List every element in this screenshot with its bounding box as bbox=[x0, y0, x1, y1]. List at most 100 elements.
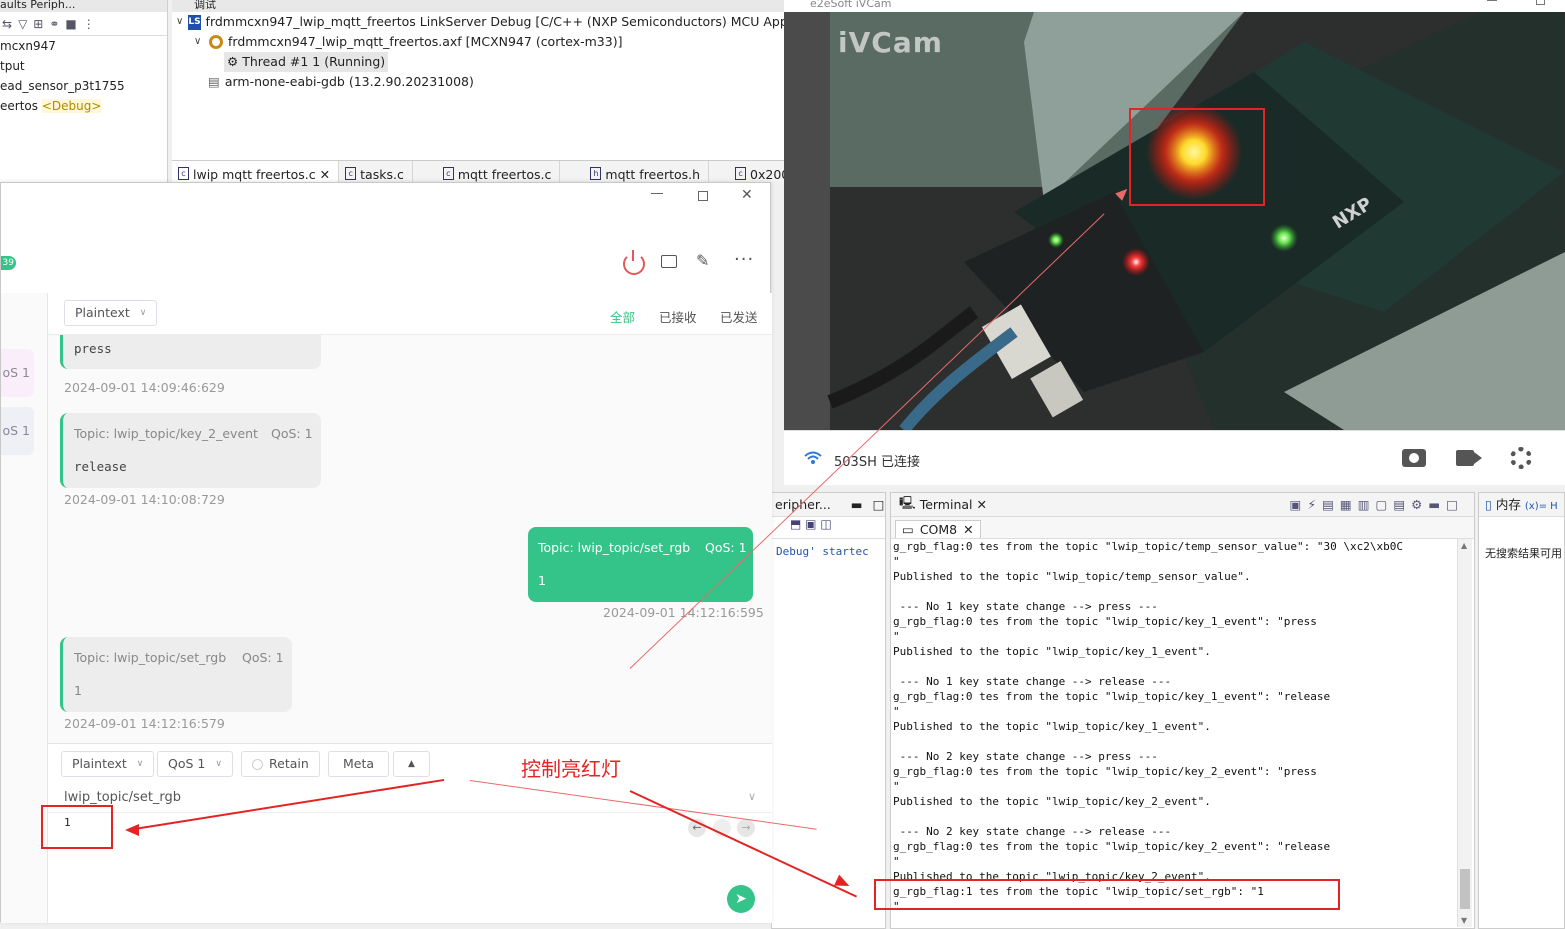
scroll-up-icon[interactable]: ▲ bbox=[1461, 541, 1467, 550]
minimize-icon[interactable] bbox=[1487, 0, 1497, 1]
disconnect-icon-bar bbox=[632, 250, 634, 261]
terminal-line: g_rgb_flag:0 tes from the topic "lwip_to… bbox=[893, 765, 1317, 778]
chevron-down-icon[interactable]: ∨ bbox=[748, 790, 756, 803]
editor-tab-label: tasks.c bbox=[360, 167, 404, 182]
process-icon bbox=[209, 35, 223, 49]
close-icon[interactable]: ✕ bbox=[977, 497, 987, 512]
new-window-icon[interactable] bbox=[661, 255, 677, 268]
explorer-item[interactable]: mcxn947 bbox=[0, 36, 167, 56]
send-icon[interactable]: ➤ bbox=[727, 885, 755, 913]
launch-label: frdmmcxn947_lwip_mqtt_freertos LinkServe… bbox=[205, 14, 826, 29]
mqttx-window: ✕ 39 ✎ ··· oS 1 oS 1 Plaintext ∨ 全部 已接收 已… bbox=[0, 182, 772, 923]
editor-tab[interactable]: c tasks.c bbox=[339, 161, 413, 183]
payload-format-select[interactable]: Plaintext ∨ bbox=[64, 300, 158, 326]
tab-received[interactable]: 已接收 bbox=[659, 307, 697, 326]
filter-icon[interactable]: ▽ bbox=[18, 17, 27, 31]
gdb-label: arm-none-eabi-gdb (13.2.90.20231008) bbox=[224, 74, 474, 89]
subscription-item[interactable]: oS 1 bbox=[1, 349, 34, 397]
message-filter-bar: Plaintext ∨ 全部 已接收 已发送 bbox=[48, 293, 772, 335]
terminal-tab-label: COM8 bbox=[919, 522, 958, 537]
received-message[interactable]: Topic: lwip_topic/set_rgb QoS: 1 1 bbox=[60, 637, 292, 712]
minimize-icon[interactable] bbox=[651, 193, 663, 194]
retain-radio[interactable] bbox=[252, 758, 263, 770]
launch-row[interactable]: ∨ LS frdmmcxn947_lwip_mqtt_freertos Link… bbox=[172, 12, 825, 32]
maximize-icon[interactable] bbox=[1536, 0, 1545, 5]
linkserver-icon: LS bbox=[188, 14, 201, 30]
disconnect-icon[interactable] bbox=[623, 253, 645, 275]
terminal-line: g_rgb_flag:0 tes from the topic "lwip_to… bbox=[893, 840, 1331, 853]
collapse-meta-button[interactable]: ▲ bbox=[393, 751, 430, 777]
gdb-row[interactable]: ▤ arm-none-eabi-gdb (13.2.90.20231008) bbox=[172, 72, 784, 92]
view-menu-icon[interactable]: ⋮ bbox=[83, 17, 95, 31]
explorer-item[interactable]: eertos <Debug> bbox=[0, 96, 167, 116]
terminal-header: 🖳 Terminal ✕ ▣⚡▤▦▥▢▤⚙▬□ bbox=[891, 493, 1474, 517]
axf-label: frdmmcxn947_lwip_mqtt_freertos.axf [MCXN… bbox=[228, 34, 623, 49]
minimize-icon[interactable]: ▬ bbox=[851, 497, 863, 512]
topic-input[interactable]: lwip_topic/set_rgb bbox=[64, 790, 181, 805]
terminal-output[interactable]: g_rgb_flag:0 tes from the topic "lwip_to… bbox=[893, 539, 1455, 929]
composer-divider bbox=[48, 812, 772, 813]
c-file-icon: c bbox=[442, 167, 454, 180]
payload-highlight-box bbox=[41, 805, 113, 849]
open-console-icon[interactable]: ◫ bbox=[820, 517, 831, 531]
variables-icon[interactable]: (x)= H bbox=[1525, 501, 1558, 512]
terminal-toolbar-icons[interactable]: ▣⚡▤▦▥▢▤⚙▬□ bbox=[1290, 497, 1464, 512]
pin-icon[interactable]: ⬒ bbox=[790, 517, 801, 531]
tab-all[interactable]: 全部 bbox=[610, 307, 635, 326]
editor-tab[interactable]: h mqtt freertos.h bbox=[560, 161, 710, 183]
edit-icon[interactable]: ✎ bbox=[696, 251, 709, 270]
camera-icon[interactable] bbox=[1402, 449, 1426, 467]
retain-toggle[interactable]: Retain bbox=[241, 751, 320, 777]
explorer-tabs[interactable]: aults Periph... bbox=[0, 0, 167, 12]
memory-note: 无搜索结果可用 bbox=[1485, 547, 1562, 560]
more-icon[interactable]: ··· bbox=[734, 249, 754, 270]
scroll-thumb[interactable] bbox=[1460, 869, 1470, 909]
chevron-down-icon[interactable]: ∨ bbox=[194, 32, 204, 52]
link-icon[interactable]: ⚭ bbox=[49, 17, 59, 31]
tab-sent[interactable]: 已发送 bbox=[720, 307, 758, 326]
gear-icon[interactable] bbox=[1510, 447, 1532, 469]
stop-icon[interactable]: ■ bbox=[65, 17, 76, 31]
video-record-icon-lens bbox=[1474, 452, 1482, 464]
maximize-icon[interactable]: □ bbox=[873, 497, 885, 512]
editor-tab[interactable]: c lwip mqtt freertos.c ✕ bbox=[172, 161, 340, 183]
debug-tab[interactable]: 调试 bbox=[172, 0, 784, 12]
explorer-item[interactable]: ead_sensor_p3t1755 bbox=[0, 76, 167, 96]
wifi-icon bbox=[804, 451, 822, 464]
terminal-tab-com8[interactable]: ▭ COM8 ✕ bbox=[895, 520, 981, 538]
received-message[interactable]: Topic: lwip_topic/key_2_event QoS: 1 rel… bbox=[60, 413, 321, 488]
camera-view[interactable]: NXP iVCam bbox=[784, 12, 1565, 430]
message-list[interactable]: press 2024-09-01 14:09:46:629 Topic: lwi… bbox=[48, 335, 772, 743]
peripherals-tab[interactable]: eripher... ▬ □ bbox=[772, 493, 885, 517]
composer-format-select[interactable]: Plaintext ∨ bbox=[61, 751, 155, 777]
close-icon[interactable]: ✕ bbox=[741, 187, 753, 203]
axf-row[interactable]: ∨ frdmmcxn947_lwip_mqtt_freertos.axf [MC… bbox=[172, 32, 784, 52]
maximize-icon[interactable] bbox=[698, 191, 708, 201]
grid-icon[interactable]: ⊞ bbox=[33, 17, 43, 31]
qos-select[interactable]: QoS 1 ∨ bbox=[157, 751, 233, 777]
memory-tab[interactable]: ▯ 内存 (x)= H bbox=[1479, 493, 1564, 517]
chevron-down-icon[interactable]: ∨ bbox=[176, 12, 183, 32]
terminal-tabs: ▭ COM8 ✕ bbox=[891, 517, 1474, 539]
message-qos: QoS: 1 bbox=[242, 650, 284, 665]
thread-row[interactable]: ⚙ Thread #1 1 (Running) bbox=[172, 52, 784, 72]
editor-tab[interactable]: c mqtt freertos.c bbox=[413, 161, 561, 183]
disassembly-icon: c bbox=[735, 167, 747, 180]
subscription-item[interactable]: oS 1 bbox=[1, 407, 34, 455]
terminal-scrollbar[interactable]: ▲ ▼ bbox=[1457, 539, 1472, 927]
received-message[interactable]: press bbox=[60, 335, 321, 369]
sent-message[interactable]: Topic: lwip_topic/set_rgb QoS: 1 1 bbox=[528, 527, 753, 602]
close-icon[interactable]: ✕ bbox=[320, 167, 330, 182]
explorer-item[interactable]: tput bbox=[0, 56, 167, 76]
meta-button[interactable]: Meta bbox=[328, 751, 390, 777]
console-toolbar: ⬒ ▣ ◫ bbox=[772, 517, 885, 539]
history-forward-icon[interactable]: → bbox=[737, 819, 755, 837]
console-text: Debug' startec bbox=[776, 545, 869, 558]
close-icon[interactable]: ✕ bbox=[963, 522, 973, 537]
chevron-down-icon: ∨ bbox=[136, 759, 144, 769]
terminal-title[interactable]: Terminal bbox=[920, 497, 973, 512]
scroll-down-icon[interactable]: ▼ bbox=[1461, 916, 1467, 925]
video-record-icon[interactable] bbox=[1456, 450, 1474, 466]
collapse-icon[interactable]: ⇆ bbox=[2, 17, 12, 31]
display-icon[interactable]: ▣ bbox=[805, 517, 816, 531]
